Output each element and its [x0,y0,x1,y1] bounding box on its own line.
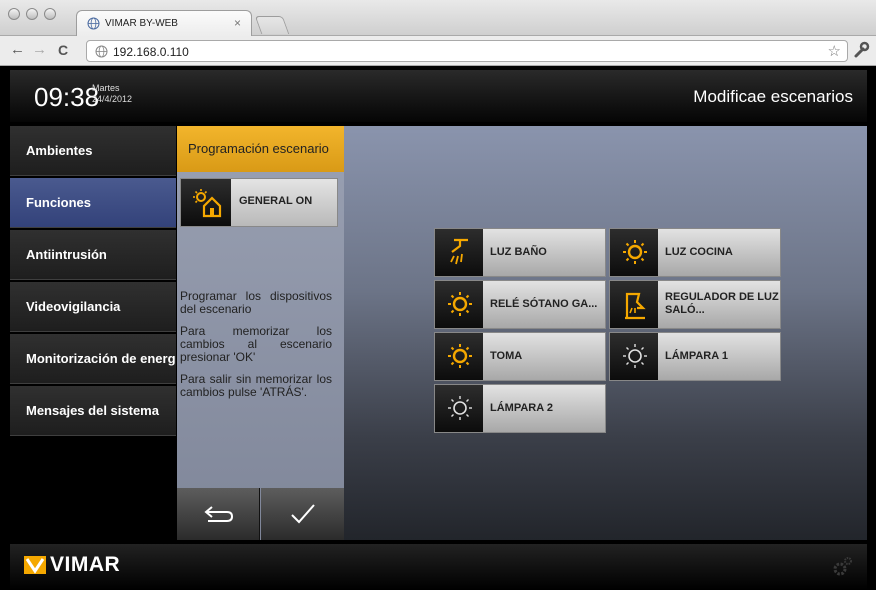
zoom-window-button[interactable] [44,8,56,20]
clock-time: 09:38 [34,82,100,112]
browser-toolbar: ← → C 192.168.0.110 ☆ [0,36,876,66]
clock-date: Martes 24/4/2012 [92,83,132,105]
device-tile-rele-sotano[interactable]: RELÉ SÓTANO GA... [434,280,606,329]
weekday: Martes [92,83,120,93]
device-label: REGULADOR DE LUZ SALÓ... [665,291,779,316]
panel-title: Programación escenario [177,126,344,172]
wrench-icon[interactable] [852,41,870,59]
device-tile-lampara-2[interactable]: LÁMPARA 2 [434,384,606,433]
scenario-label: GENERAL ON [239,195,313,207]
house-sun-icon [181,179,231,226]
globe-icon [95,45,108,58]
page-title: Modificae escenarios [693,87,853,106]
ok-button[interactable] [261,488,344,540]
device-label: LUZ BAÑO [490,246,547,258]
browser-window: VIMAR BY-WEB × ← → C 192.168.0.110 ☆ 09:… [0,0,876,590]
checkmark-icon [291,504,315,524]
close-window-button[interactable] [8,8,20,20]
device-label: LÁMPARA 2 [490,402,553,414]
sidebar-item-antiintrusion[interactable]: Antiintrusión [10,230,176,280]
help-paragraph: Programar los dispositivos del escenario [180,289,332,316]
minimize-window-button[interactable] [26,8,38,20]
device-tile-luz-bano[interactable]: LUZ BAÑO [434,228,606,277]
sidebar-item-mensajes[interactable]: Mensajes del sistema [10,386,176,436]
date: 24/4/2012 [92,94,133,104]
sidebar: Ambientes Funciones Antiintrusión Videov… [10,126,176,540]
tab-close-icon[interactable]: × [234,16,241,30]
bookmark-star-icon[interactable]: ☆ [828,42,841,60]
reload-icon[interactable]: C [58,42,68,58]
address-bar[interactable]: 192.168.0.110 ☆ [86,40,848,62]
device-tile-toma[interactable]: TOMA [434,332,606,381]
vimar-logo-icon [24,556,46,574]
sidebar-item-ambientes[interactable]: Ambientes [10,126,176,176]
globe-icon [87,17,100,30]
gear-icon[interactable] [831,556,853,578]
device-tile-luz-cocina[interactable]: LUZ COCINA [609,228,781,277]
sidebar-item-funciones[interactable]: Funciones [10,178,176,228]
app-footer: VIMAR [10,544,867,590]
help-paragraph: Para salir sin memorizar los cambios pul… [180,372,332,399]
sidebar-item-monitorizacion[interactable]: Monitorización de energía [10,334,176,384]
bulb-icon [610,333,658,380]
sidebar-item-videovigilancia[interactable]: Videovigilancia [10,282,176,332]
device-label: TOMA [490,350,523,362]
app-header: 09:38 Martes 24/4/2012 Modificae escenar… [10,70,867,122]
browser-tab[interactable]: VIMAR BY-WEB × [76,10,252,37]
scenario-panel: Programación escenario GENERAL ON Progra… [177,126,344,540]
forward-arrow-icon[interactable]: → [32,42,47,58]
device-area: LUZ BAÑO LUZ COCINA RELÉ SÓTANO GA... RE… [344,126,867,540]
brand-name: VIMAR [50,553,121,576]
help-text: Programar los dispositivos del escenario… [180,290,332,408]
scenario-general-on[interactable]: GENERAL ON [180,178,338,227]
device-label: LUZ COCINA [665,246,733,258]
bulb-icon [435,333,483,380]
device-tile-lampara-1[interactable]: LÁMPARA 1 [609,332,781,381]
device-label: LÁMPARA 1 [665,350,728,362]
vimar-app: 09:38 Martes 24/4/2012 Modificae escenar… [10,70,867,590]
return-arrow-icon [204,506,234,522]
bath-light-icon [435,229,483,276]
panel-buttons [177,488,344,540]
url-text: 192.168.0.110 [113,45,189,59]
back-button[interactable] [177,488,260,540]
title-bar: VIMAR BY-WEB × [0,0,876,37]
tab-title: VIMAR BY-WEB [105,18,178,29]
help-paragraph: Para memorizar los cambios al escenario … [180,324,332,364]
bulb-icon [610,229,658,276]
new-tab-button[interactable] [254,16,290,34]
bulb-icon [435,281,483,328]
device-label: RELÉ SÓTANO GA... [490,298,598,310]
device-tile-regulador[interactable]: REGULADOR DE LUZ SALÓ... [609,280,781,329]
bulb-icon [435,385,483,432]
dimmer-icon [610,281,658,328]
back-arrow-icon[interactable]: ← [10,42,25,58]
